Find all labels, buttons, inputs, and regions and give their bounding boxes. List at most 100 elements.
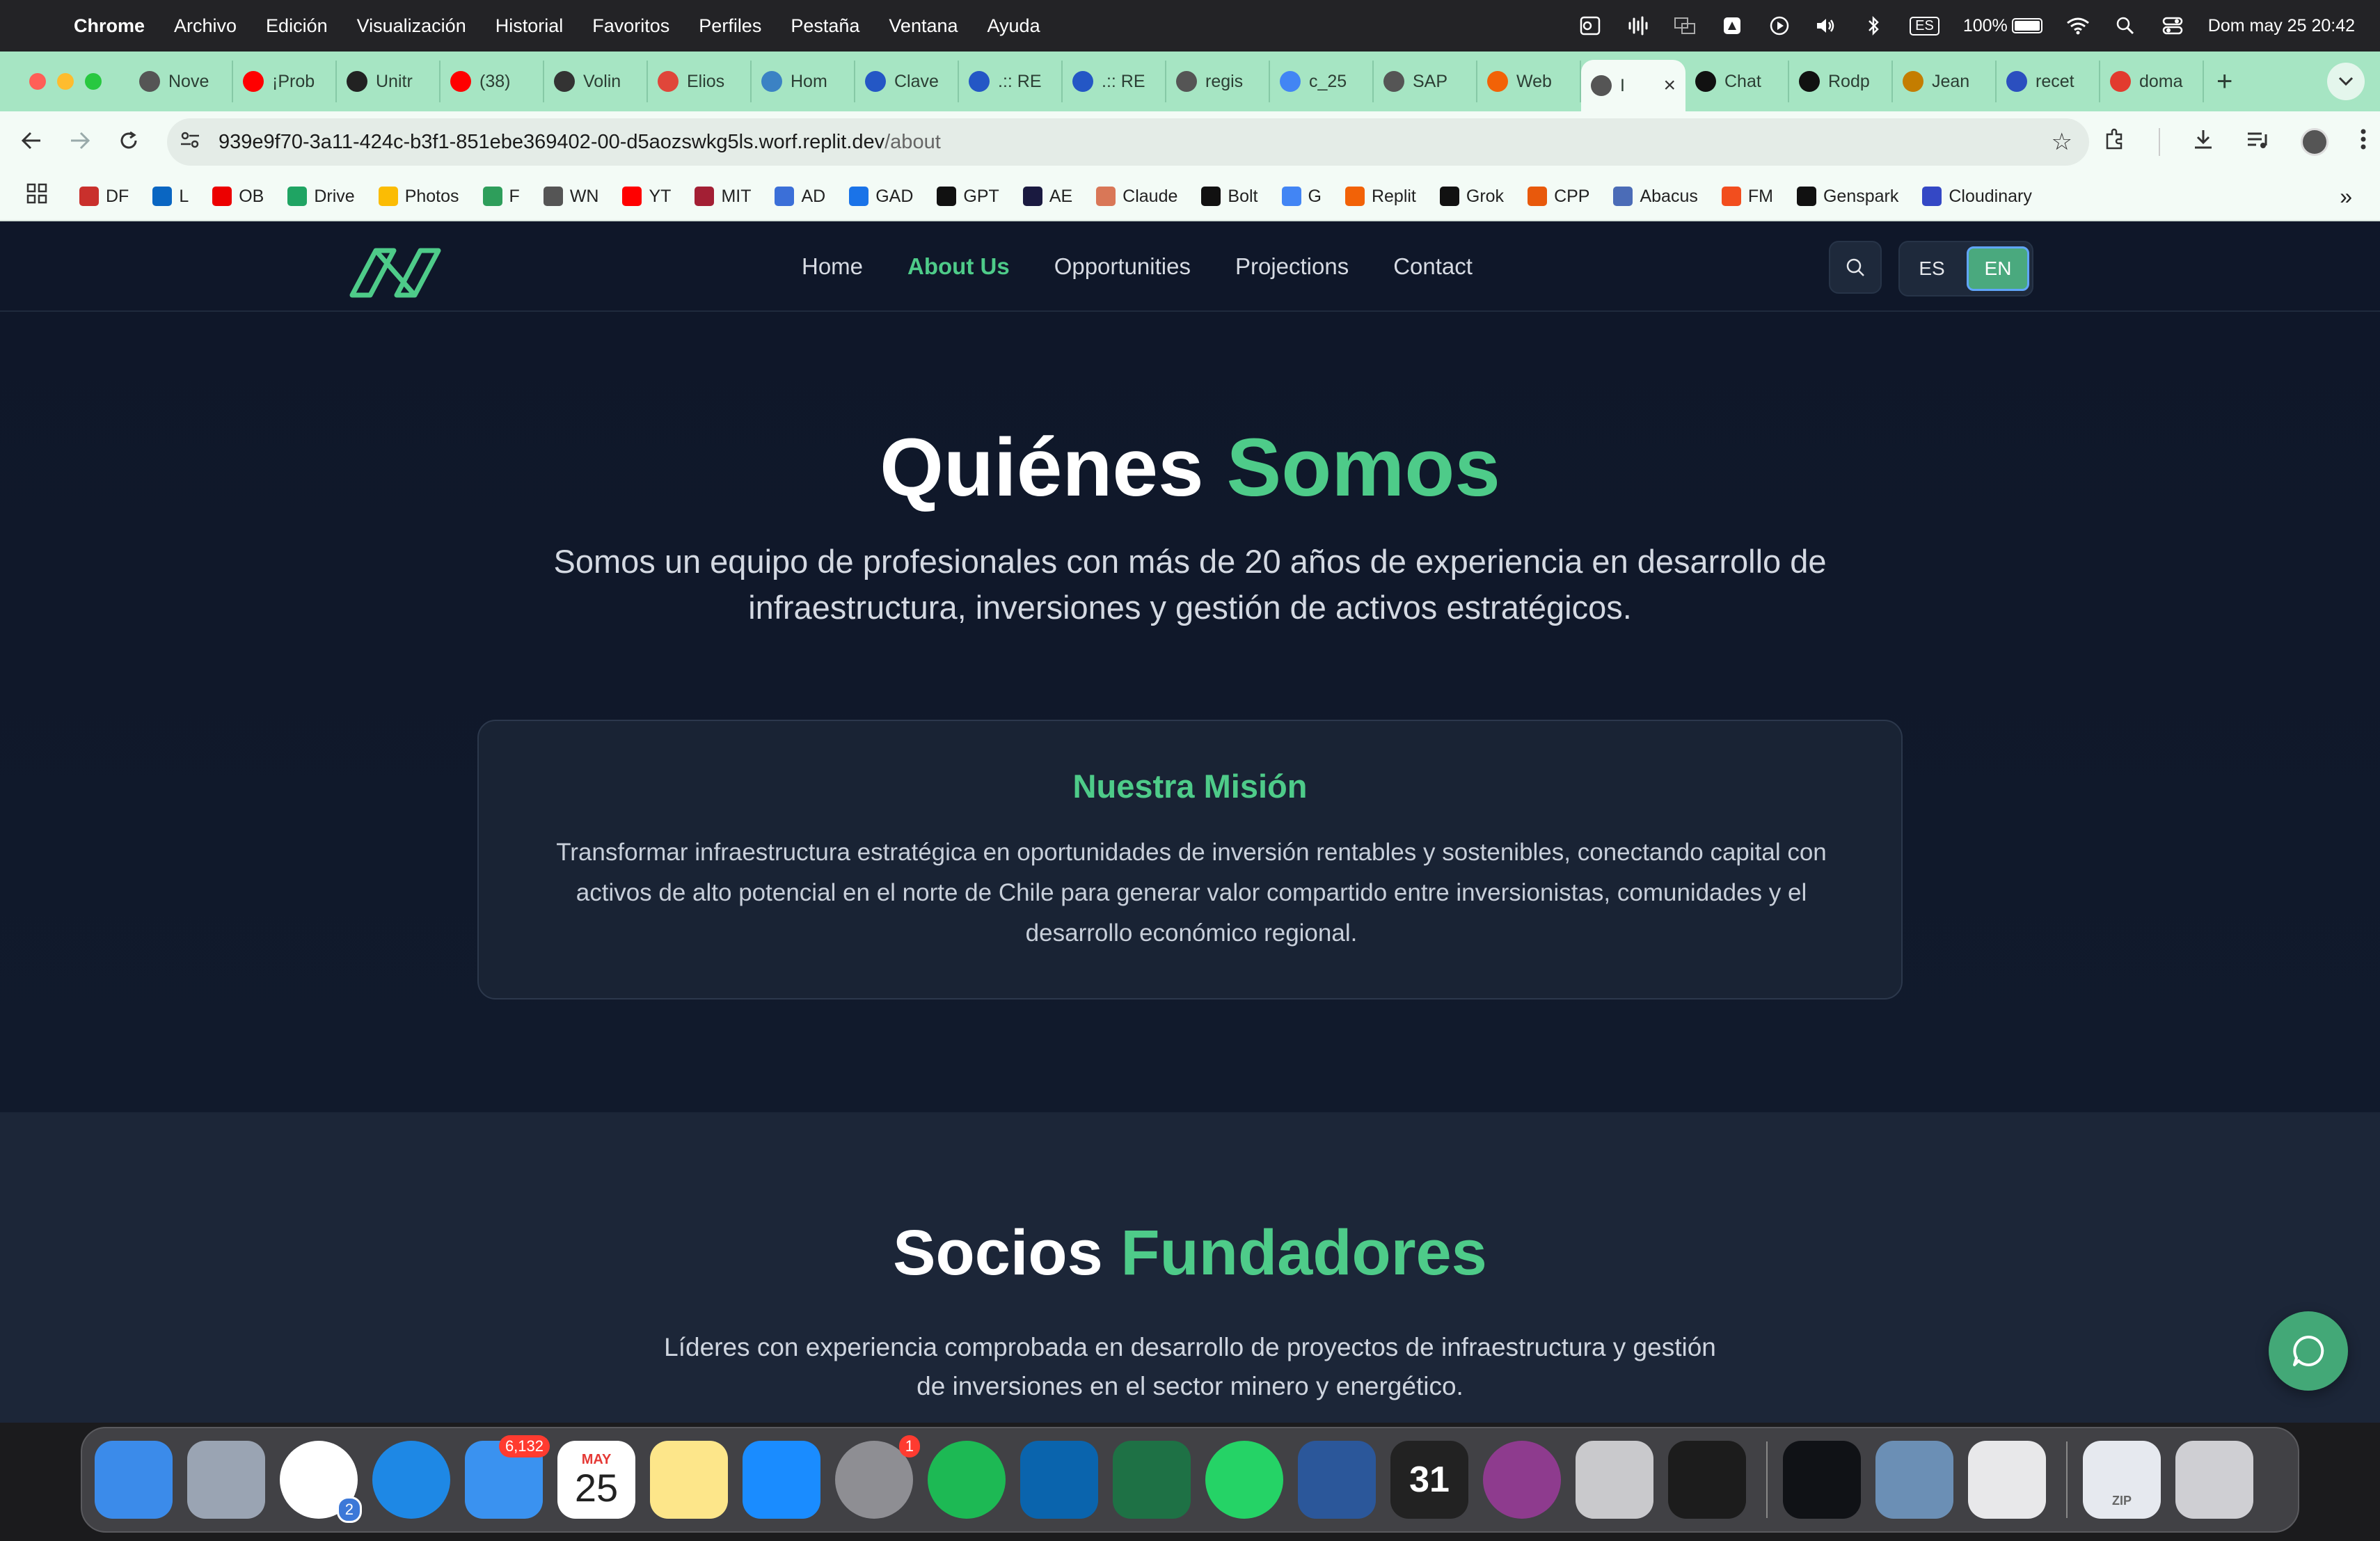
bookmark-item[interactable]: Replit [1344, 187, 1416, 207]
bookmark-item[interactable]: Claude [1096, 187, 1177, 207]
dock-safari-icon[interactable] [372, 1441, 450, 1519]
browser-tab[interactable]: Nove [129, 61, 233, 102]
audio-waveform-icon[interactable] [1626, 15, 1649, 36]
bookmark-item[interactable]: G [1281, 187, 1322, 207]
bookmark-item[interactable]: DF [79, 187, 129, 207]
browser-tab[interactable]: .:: RE [1063, 61, 1166, 102]
menu-pestana[interactable]: Pestaña [791, 15, 859, 37]
wifi-icon[interactable] [2066, 15, 2090, 36]
dock-calendar-icon[interactable]: MAY 25 [557, 1441, 635, 1519]
apps-grid-icon[interactable] [26, 183, 47, 210]
browser-tab[interactable]: recet [1997, 61, 2100, 102]
bookmark-item[interactable]: L [152, 187, 189, 207]
window-tiles-icon[interactable] [1673, 15, 1697, 36]
site-info-icon[interactable] [180, 131, 207, 154]
bluetooth-icon[interactable] [1862, 15, 1886, 36]
dock-spotify-icon[interactable] [928, 1441, 1006, 1519]
browser-tab[interactable]: Elios [648, 61, 752, 102]
bookmarks-overflow-icon[interactable]: » [2340, 184, 2352, 210]
dock-utility-icon[interactable] [1968, 1441, 2046, 1519]
menu-perfiles[interactable]: Perfiles [699, 15, 761, 37]
translate-icon[interactable] [1578, 15, 1602, 36]
nav-about-us[interactable]: About Us [907, 253, 1010, 280]
browser-tab[interactable]: ¡Prob [233, 61, 337, 102]
bookmark-item[interactable]: WN [543, 187, 598, 207]
dock-screen-recorder-icon[interactable] [1483, 1441, 1561, 1519]
address-bar[interactable]: 939e9f70-3a11-424c-b3f1-851ebe369402-00-… [167, 118, 2089, 166]
play-icon[interactable] [1768, 15, 1791, 36]
dock-keynote-icon[interactable] [743, 1441, 820, 1519]
dock-preview-icon[interactable] [1875, 1441, 1953, 1519]
browser-tab[interactable]: Chat [1685, 61, 1789, 102]
menu-visualizacion[interactable]: Visualización [357, 15, 466, 37]
nav-opportunities[interactable]: Opportunities [1054, 253, 1191, 280]
bookmark-item[interactable]: Genspark [1796, 187, 1898, 207]
battery-status[interactable]: 100% [1963, 16, 2042, 36]
dock-mail-icon[interactable]: 6,132 [465, 1435, 550, 1519]
zoom-window-button[interactable] [85, 73, 102, 90]
browser-tab[interactable]: (38) [441, 61, 544, 102]
spotlight-search-icon[interactable] [2113, 15, 2137, 36]
dock-chrome-icon[interactable]: 2 [280, 1441, 362, 1523]
bookmark-item[interactable]: YT [622, 187, 671, 207]
bookmark-item[interactable]: GPT [937, 187, 999, 207]
profile-avatar[interactable] [2301, 128, 2329, 156]
browser-tab[interactable]: SAP [1374, 61, 1477, 102]
menubar-clock[interactable]: Dom may 25 20:42 [2208, 16, 2355, 36]
menu-edicion[interactable]: Edición [266, 15, 328, 37]
browser-tab[interactable]: Hom [752, 61, 855, 102]
minimize-window-button[interactable] [57, 73, 74, 90]
browser-tab[interactable]: regis [1166, 61, 1270, 102]
menu-app-name[interactable]: Chrome [74, 15, 145, 37]
menu-ayuda[interactable]: Ayuda [987, 15, 1040, 37]
browser-tab[interactable]: Unitr [337, 61, 441, 102]
lang-es-button[interactable]: ES [1903, 246, 1961, 291]
browser-tab[interactable]: c_25 [1270, 61, 1374, 102]
input-source-indicator[interactable]: ES [1910, 16, 1939, 35]
bookmark-item[interactable]: F [482, 187, 520, 207]
browser-tab[interactable]: doma [2100, 61, 2204, 102]
bookmark-item[interactable]: Grok [1439, 187, 1504, 207]
dock-fantastical-icon[interactable]: 31 [1390, 1441, 1468, 1519]
tab-active[interactable]: I × [1581, 60, 1685, 111]
forward-button[interactable] [56, 127, 104, 157]
site-search-button[interactable] [1829, 241, 1882, 294]
bookmark-item[interactable]: OB [212, 187, 264, 207]
chat-button[interactable] [2269, 1311, 2348, 1391]
dock-word-icon[interactable] [1298, 1441, 1376, 1519]
menu-archivo[interactable]: Archivo [174, 15, 237, 37]
dock-webex-icon[interactable] [1783, 1441, 1861, 1519]
dock-iphone-mirroring-icon[interactable] [1576, 1441, 1653, 1519]
reload-button[interactable] [104, 127, 153, 157]
downloads-icon[interactable] [2192, 128, 2214, 156]
lang-en-button[interactable]: EN [1967, 246, 2029, 291]
media-controls-icon[interactable] [2246, 129, 2269, 155]
browser-tab[interactable]: .:: RE [959, 61, 1063, 102]
bookmark-item[interactable]: Drive [287, 187, 355, 207]
browser-tab[interactable]: Web [1477, 61, 1581, 102]
chrome-menu-icon[interactable] [2361, 129, 2366, 155]
bookmark-item[interactable]: Cloudinary [1922, 187, 2032, 207]
dock-replit-icon[interactable] [1668, 1441, 1746, 1519]
nav-contact[interactable]: Contact [1393, 253, 1473, 280]
close-window-button[interactable] [29, 73, 46, 90]
control-center-icon[interactable] [2161, 15, 2184, 36]
back-button[interactable] [7, 127, 56, 157]
menu-historial[interactable]: Historial [495, 15, 564, 37]
dock-launchpad-icon[interactable] [187, 1441, 265, 1519]
browser-tab[interactable]: Volin [544, 61, 648, 102]
bookmark-item[interactable]: GAD [849, 187, 913, 207]
bookmark-item[interactable]: AD [775, 187, 825, 207]
browser-tab[interactable]: Jean [1893, 61, 1997, 102]
nav-projections[interactable]: Projections [1235, 253, 1349, 280]
menu-favoritos[interactable]: Favoritos [592, 15, 669, 37]
dock-whatsapp-icon[interactable] [1205, 1441, 1283, 1519]
dock-excel-icon[interactable] [1113, 1441, 1191, 1519]
site-logo[interactable] [348, 235, 443, 303]
bookmark-item[interactable]: Abacus [1613, 187, 1698, 207]
bookmark-item[interactable]: CPP [1528, 187, 1589, 207]
browser-tab[interactable]: Clave [855, 61, 959, 102]
dock-notes-icon[interactable] [650, 1441, 728, 1519]
dock-outlook-icon[interactable] [1020, 1441, 1098, 1519]
menu-ventana[interactable]: Ventana [889, 15, 958, 37]
